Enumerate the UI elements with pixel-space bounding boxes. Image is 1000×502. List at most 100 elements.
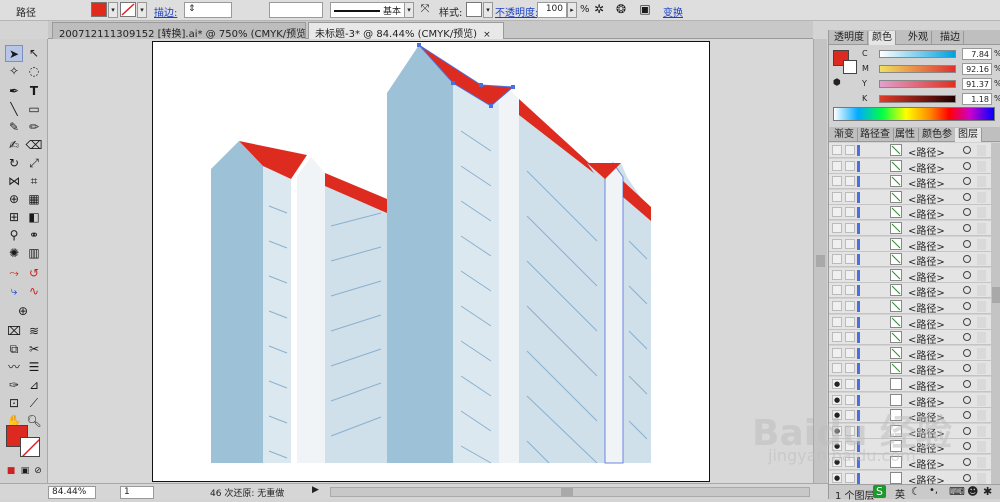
transform-link[interactable]: 变换 — [663, 4, 683, 19]
selection-indicator[interactable] — [977, 285, 986, 297]
target-circle-icon[interactable] — [963, 426, 971, 435]
selection-indicator[interactable] — [977, 379, 986, 390]
eye-icon[interactable] — [832, 347, 842, 358]
keyboard-icon[interactable]: ⌨ — [949, 485, 965, 498]
selection-indicator[interactable] — [977, 316, 986, 328]
layer-row[interactable]: <路径> — [829, 330, 991, 346]
artboard[interactable] — [152, 41, 710, 482]
target-circle-icon[interactable] — [963, 270, 971, 279]
mesh-tool-icon[interactable]: ⊞ — [5, 209, 23, 226]
building-illustration[interactable] — [153, 42, 709, 481]
paintbrush-icon[interactable]: ✎ — [5, 119, 23, 136]
opacity-field[interactable]: 100 — [537, 2, 567, 18]
target-circle-icon[interactable] — [963, 192, 971, 201]
selection-indicator[interactable] — [977, 145, 986, 156]
crop-icon[interactable]: ⊡ — [5, 395, 23, 412]
lock-toggle[interactable] — [845, 145, 855, 155]
stroke-weight-field[interactable]: ⇕ — [184, 2, 232, 18]
layer-row[interactable]: <路径> — [829, 174, 991, 190]
settings-icon[interactable]: ✱ — [983, 485, 992, 498]
symbol-sprayer-icon[interactable]: ✺ — [5, 245, 23, 262]
selection-indicator[interactable] — [977, 410, 986, 422]
eye-icon[interactable] — [832, 332, 842, 343]
column-graph-icon[interactable]: ▥ — [25, 245, 43, 262]
eye-icon[interactable] — [832, 207, 842, 218]
stroke-link[interactable]: 描边: — [154, 4, 177, 19]
layer-row[interactable]: <路径> — [829, 221, 991, 237]
layers-scroll-thumb[interactable] — [992, 287, 1000, 303]
brush-profile-dropdown-icon[interactable]: ▾ — [404, 2, 414, 18]
target-circle-icon[interactable] — [963, 208, 971, 217]
opacity-link[interactable]: 不透明度: — [495, 4, 538, 19]
close-icon[interactable]: × — [483, 30, 491, 39]
lock-toggle[interactable] — [845, 472, 855, 483]
k-slider[interactable] — [879, 95, 956, 103]
eye-icon[interactable] — [832, 254, 842, 265]
ime-logo-icon[interactable]: S — [873, 485, 886, 498]
layer-row[interactable]: <路径> — [829, 143, 991, 159]
scroll-thumb[interactable] — [816, 255, 825, 267]
eye-icon[interactable]: ● — [832, 410, 842, 421]
graphic-style-swatch[interactable] — [466, 2, 482, 17]
target-circle-icon[interactable] — [963, 395, 971, 404]
tab-gradient[interactable]: 渐变 — [831, 128, 858, 142]
eye-icon[interactable]: ● — [832, 425, 842, 436]
lock-toggle[interactable] — [845, 207, 855, 218]
eye-icon[interactable]: ● — [832, 379, 842, 389]
color-spectrum[interactable] — [833, 107, 995, 121]
eye-icon[interactable] — [832, 301, 842, 311]
fill-dropdown-icon[interactable]: ▾ — [108, 2, 118, 18]
eye-icon[interactable] — [832, 160, 842, 171]
target-circle-icon[interactable] — [963, 411, 971, 420]
lock-toggle[interactable] — [845, 254, 855, 265]
free-transform-icon[interactable]: ⌗ — [25, 173, 43, 190]
tab-transparency[interactable]: 透明度 — [831, 31, 868, 45]
slice-tool-icon[interactable]: ⧉ — [5, 341, 23, 358]
eye-icon[interactable]: ● — [832, 457, 842, 467]
selection-indicator[interactable] — [977, 332, 986, 344]
perspective-grid-icon[interactable]: ▦ — [25, 191, 43, 208]
selection-indicator[interactable] — [977, 238, 986, 250]
punct-icon[interactable]: •, — [929, 485, 938, 496]
rectangle-tool-icon[interactable]: ▭ — [25, 101, 43, 118]
path-smooth-icon[interactable]: ∿ — [25, 283, 43, 300]
pencil-icon[interactable]: ✏ — [25, 119, 43, 136]
fill-swatch[interactable] — [91, 2, 107, 17]
global-edit-icon[interactable]: ❂ — [612, 1, 630, 18]
anchor-point-icon[interactable]: ⤳ — [5, 265, 23, 282]
lock-toggle[interactable] — [845, 160, 855, 171]
tab-color[interactable]: 颜色 — [869, 31, 896, 45]
selection-indicator[interactable] — [977, 191, 986, 203]
tab-color-guide[interactable]: 颜色参 — [919, 128, 956, 142]
target-circle-icon[interactable] — [963, 442, 971, 451]
layer-row[interactable]: <路径> — [829, 189, 991, 206]
lock-toggle[interactable] — [845, 285, 855, 296]
user-icon[interactable]: ☻ — [967, 485, 978, 498]
target-circle-icon[interactable] — [963, 302, 971, 310]
selection-indicator[interactable] — [977, 160, 986, 172]
convert-anchor-icon[interactable]: ↺ — [25, 265, 43, 282]
target-circle-icon[interactable] — [963, 473, 971, 482]
doc-tab-2[interactable]: 未标题-3* @ 84.44% (CMYK/预览) × — [308, 22, 504, 39]
lock-toggle[interactable] — [845, 441, 855, 452]
selection-indicator[interactable] — [977, 441, 986, 453]
tab-stroke[interactable]: 描边 — [937, 31, 964, 45]
blob-brush-icon[interactable]: ✍ — [5, 137, 23, 154]
lock-toggle[interactable] — [845, 176, 855, 187]
line-tool-icon[interactable]: ╲ — [5, 101, 23, 118]
eye-icon[interactable] — [832, 285, 842, 296]
layer-row[interactable]: <路径> — [829, 283, 991, 299]
selection-indicator[interactable] — [977, 176, 986, 188]
c-slider[interactable] — [879, 50, 956, 58]
pen-tool-icon[interactable]: ✒ — [5, 83, 23, 100]
layer-row[interactable]: <路径> — [829, 314, 991, 331]
layer-row[interactable]: ● <路径> — [829, 439, 991, 455]
artboard-field[interactable]: 1 — [120, 486, 154, 499]
none-mode-icon[interactable]: ⊘ — [29, 463, 47, 480]
selection-indicator[interactable] — [977, 472, 986, 484]
k-value-field[interactable]: 1.18 — [962, 93, 992, 105]
eye-icon[interactable] — [832, 269, 842, 280]
target-circle-icon[interactable] — [963, 255, 971, 264]
selection-indicator[interactable] — [977, 457, 986, 468]
scale-tool-icon[interactable]: ⤢ — [25, 155, 43, 172]
